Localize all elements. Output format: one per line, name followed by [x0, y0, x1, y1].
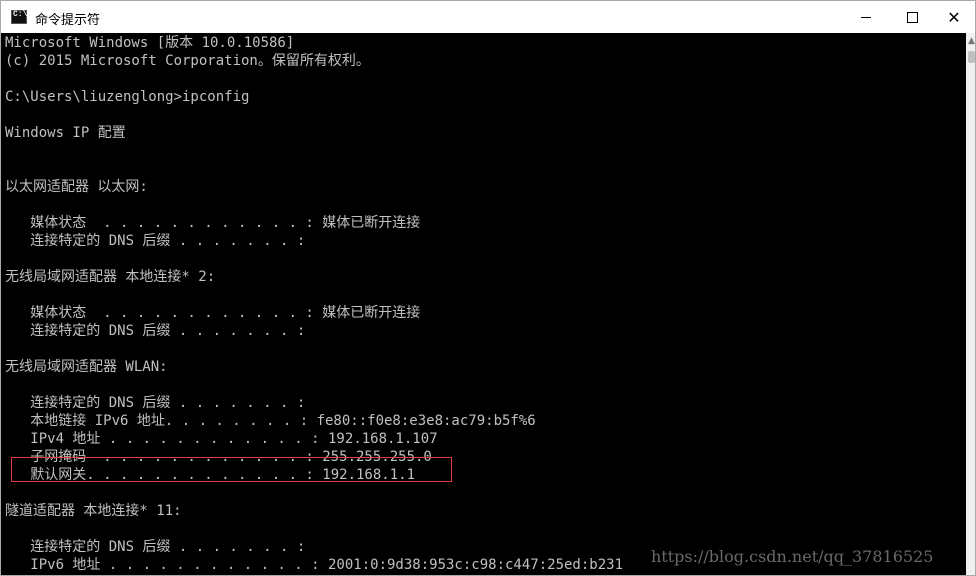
title-bar[interactable]: 命令提示符 ✕ — [1, 1, 975, 33]
command-prompt-icon — [11, 10, 27, 24]
terminal-line: 无线局域网适配器 本地连接* 2: — [5, 269, 216, 285]
terminal-output[interactable]: Microsoft Windows [版本 10.0.10586] (c) 20… — [1, 33, 966, 575]
ipv4-address-line: IPv4 地址 . . . . . . . . . . . . : 192.16… — [5, 431, 438, 447]
terminal-line: 无线局域网适配器 WLAN: — [5, 359, 168, 375]
terminal-line: 隧道适配器 本地连接* 11: — [5, 503, 182, 519]
minimize-icon — [861, 16, 871, 18]
scroll-up-arrow-icon[interactable]: ▲ — [966, 35, 975, 47]
terminal-line: 媒体状态 . . . . . . . . . . . . : 媒体已断开连接 — [5, 215, 421, 231]
terminal-line: 连接特定的 DNS 后缀 . . . . . . . : — [5, 395, 306, 411]
terminal-line: 连接特定的 DNS 后缀 . . . . . . . : — [5, 233, 306, 249]
terminal-line: 本地链接 IPv6 地址. . . . . . . . : fe80::f0e8… — [5, 413, 536, 429]
maximize-icon — [906, 11, 918, 23]
close-icon: ✕ — [947, 7, 961, 27]
terminal-line: Windows IP 配置 — [5, 125, 126, 141]
terminal-line: Microsoft Windows [版本 10.0.10586] — [5, 35, 295, 51]
terminal-line: C:\Users\liuzenglong>ipconfig — [5, 89, 250, 105]
window-title: 命令提示符 — [35, 13, 101, 28]
terminal-line: 媒体状态 . . . . . . . . . . . . : 媒体已断开连接 — [5, 305, 421, 321]
terminal-line: 以太网适配器 以太网: — [5, 179, 148, 195]
minimize-button[interactable] — [843, 1, 889, 33]
maximize-button[interactable] — [889, 1, 935, 33]
scrollbar-thumb[interactable] — [968, 51, 975, 63]
terminal-line: IPv6 地址 . . . . . . . . . . . . : 2001:0… — [5, 557, 624, 573]
watermark: https://blog.csdn.net/qq_37816525 — [651, 547, 934, 566]
vertical-scrollbar[interactable]: ▲ — [966, 33, 975, 575]
terminal-line: 连接特定的 DNS 后缀 . . . . . . . : — [5, 539, 306, 555]
close-button[interactable]: ✕ — [931, 1, 975, 33]
terminal-line: 连接特定的 DNS 后缀 . . . . . . . : — [5, 323, 306, 339]
cmd-window: 命令提示符 ✕ Microsoft Windows [版本 10.0.10586… — [0, 0, 976, 576]
terminal-line: (c) 2015 Microsoft Corporation。保留所有权利。 — [5, 53, 370, 69]
ipv4-highlight-box — [11, 457, 452, 482]
